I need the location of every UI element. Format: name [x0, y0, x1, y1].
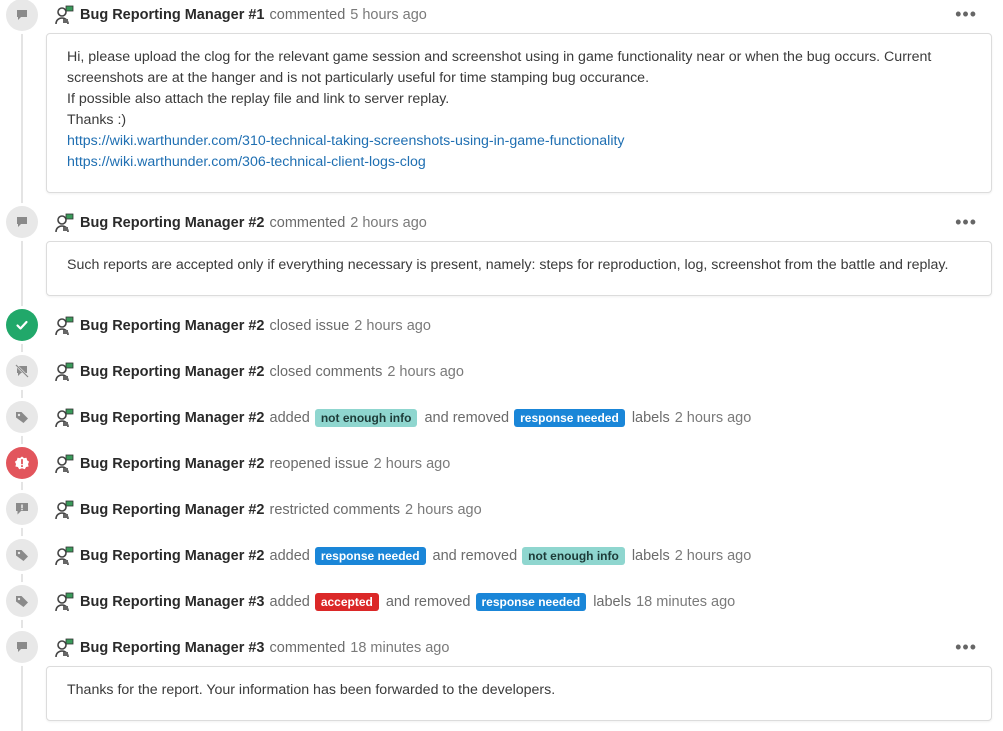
- event-action: labels: [593, 594, 632, 610]
- event-author[interactable]: Bug Reporting Manager #1: [80, 7, 265, 23]
- event-author[interactable]: Bug Reporting Manager #2: [80, 410, 265, 426]
- more-options-button[interactable]: •••: [955, 5, 977, 23]
- event-action: and removed: [424, 410, 510, 426]
- event-action: closed issue: [269, 318, 350, 334]
- comment-link[interactable]: https://wiki.warthunder.com/310-technica…: [67, 131, 971, 152]
- event-time[interactable]: 2 hours ago: [675, 548, 752, 564]
- comment-link[interactable]: https://wiki.warthunder.com/306-technica…: [67, 152, 971, 173]
- event-header: Bug Reporting Manager #2 added response …: [54, 544, 751, 568]
- event-author[interactable]: Bug Reporting Manager #2: [80, 548, 265, 564]
- event-header: Bug Reporting Manager #2 restricted comm…: [54, 498, 482, 522]
- event-header: Bug Reporting Manager #2 added not enoug…: [54, 406, 751, 430]
- comment-text: If possible also attach the replay file …: [67, 91, 450, 107]
- avatar[interactable]: [54, 592, 74, 612]
- avatar[interactable]: [54, 5, 74, 25]
- event-header: Bug Reporting Manager #3 commented 18 mi…: [54, 636, 449, 660]
- event-action: labels: [631, 410, 670, 426]
- event-action: and removed: [385, 594, 471, 610]
- event-time[interactable]: 2 hours ago: [387, 364, 464, 380]
- label-not-enough-info[interactable]: not enough info: [314, 409, 418, 427]
- issue-timeline: Bug Reporting Manager #1 commented 5 hou…: [0, 0, 1003, 731]
- reopen-alert-icon: [6, 447, 38, 479]
- event-author[interactable]: Bug Reporting Manager #2: [80, 318, 265, 334]
- comment-text: Hi, please upload the clog for the relev…: [67, 49, 932, 86]
- event-action: added: [269, 410, 310, 426]
- event-action: added: [269, 594, 310, 610]
- avatar[interactable]: [54, 638, 74, 658]
- event-time[interactable]: 5 hours ago: [350, 7, 427, 23]
- event-action: labels: [631, 548, 670, 564]
- event-action: commented: [269, 215, 346, 231]
- restricted-comment-icon: [6, 493, 38, 525]
- tag-icon: [6, 585, 38, 617]
- comment-off-icon: [6, 355, 38, 387]
- event-author[interactable]: Bug Reporting Manager #3: [80, 594, 265, 610]
- event-author[interactable]: Bug Reporting Manager #3: [80, 640, 265, 656]
- avatar[interactable]: [54, 213, 74, 233]
- event-time[interactable]: 18 minutes ago: [636, 594, 735, 610]
- comment-text: Such reports are accepted only if everyt…: [67, 257, 949, 273]
- event-time[interactable]: 2 hours ago: [374, 456, 451, 472]
- more-options-button[interactable]: •••: [955, 638, 977, 656]
- label-response-needed[interactable]: response needed: [314, 547, 426, 565]
- event-header: Bug Reporting Manager #2 closed issue 2 …: [54, 314, 431, 338]
- comment-icon: [6, 0, 38, 31]
- event-header: Bug Reporting Manager #2 commented 2 hou…: [54, 211, 427, 235]
- comment-card: Hi, please upload the clog for the relev…: [46, 33, 992, 193]
- avatar[interactable]: [54, 316, 74, 336]
- event-time[interactable]: 2 hours ago: [405, 502, 482, 518]
- comment-icon: [6, 206, 38, 238]
- event-time[interactable]: 2 hours ago: [354, 318, 431, 334]
- event-author[interactable]: Bug Reporting Manager #2: [80, 215, 265, 231]
- event-author[interactable]: Bug Reporting Manager #2: [80, 456, 265, 472]
- comment-card: Such reports are accepted only if everyt…: [46, 241, 992, 296]
- label-accepted[interactable]: accepted: [314, 593, 379, 611]
- label-response-needed[interactable]: response needed: [475, 593, 587, 611]
- avatar[interactable]: [54, 362, 74, 382]
- event-action: commented: [269, 7, 346, 23]
- event-action: restricted comments: [269, 502, 401, 518]
- event-author[interactable]: Bug Reporting Manager #2: [80, 364, 265, 380]
- avatar[interactable]: [54, 546, 74, 566]
- event-author[interactable]: Bug Reporting Manager #2: [80, 502, 265, 518]
- event-header: Bug Reporting Manager #2 closed comments…: [54, 360, 464, 384]
- comment-text: Thanks for the report. Your information …: [67, 682, 556, 698]
- tag-icon: [6, 401, 38, 433]
- event-time[interactable]: 18 minutes ago: [350, 640, 449, 656]
- comment-text: Thanks :): [67, 112, 127, 128]
- event-header: Bug Reporting Manager #3 added accepted …: [54, 590, 735, 614]
- more-options-button[interactable]: •••: [955, 213, 977, 231]
- event-time[interactable]: 2 hours ago: [675, 410, 752, 426]
- check-circle-icon: [6, 309, 38, 341]
- label-not-enough-info[interactable]: not enough info: [522, 547, 625, 565]
- event-action: reopened issue: [269, 456, 369, 472]
- event-action: and removed: [432, 548, 518, 564]
- event-header: Bug Reporting Manager #1 commented 5 hou…: [54, 3, 427, 27]
- event-action: added: [269, 548, 310, 564]
- avatar[interactable]: [54, 408, 74, 428]
- event-header: Bug Reporting Manager #2 reopened issue …: [54, 452, 450, 476]
- label-response-needed[interactable]: response needed: [514, 409, 625, 427]
- comment-card: Thanks for the report. Your information …: [46, 666, 992, 721]
- comment-icon: [6, 631, 38, 663]
- event-time[interactable]: 2 hours ago: [350, 215, 427, 231]
- tag-icon: [6, 539, 38, 571]
- event-action: closed comments: [269, 364, 383, 380]
- avatar[interactable]: [54, 454, 74, 474]
- avatar[interactable]: [54, 500, 74, 520]
- event-action: commented: [269, 640, 346, 656]
